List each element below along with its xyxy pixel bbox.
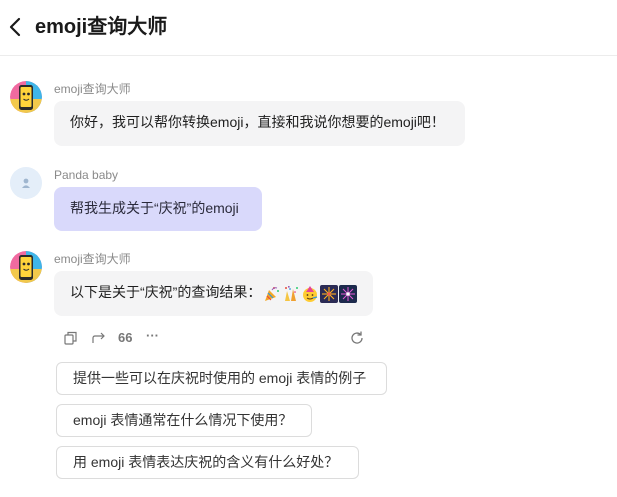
- bot-avatar: [10, 251, 42, 283]
- suggestion-chip[interactable]: 用 emoji 表情表达庆祝的含义有什么好处？: [56, 446, 359, 479]
- confetti-ball-icon: [285, 286, 299, 302]
- person-icon: [10, 167, 42, 199]
- party-popper-icon: [265, 287, 280, 302]
- chat-header: emoji查询大师: [0, 0, 617, 56]
- back-button[interactable]: [6, 14, 26, 40]
- fireworks-icon: [320, 285, 339, 304]
- message-actions-bar: 66 ···: [62, 329, 367, 347]
- message-sender: emoji查询大师: [54, 252, 131, 266]
- phone-character-avatar: [10, 81, 42, 113]
- quote-button[interactable]: 66: [118, 329, 138, 347]
- quote-icon: 66: [118, 330, 133, 345]
- share-button[interactable]: [90, 329, 108, 347]
- sparkler-icon: [339, 285, 358, 304]
- page-title: emoji查询大师: [35, 16, 168, 38]
- refresh-icon: [351, 331, 363, 344]
- copy-icon: [64, 331, 77, 345]
- chevron-left-icon: [9, 17, 21, 37]
- partying-face-icon: [303, 286, 318, 303]
- bot-message-bubble: 以下是关于“庆祝”的查询结果：: [54, 271, 373, 316]
- user-message-bubble: 帮我生成关于“庆祝”的emoji: [54, 187, 262, 231]
- message-text: 帮我生成关于“庆祝”的emoji: [70, 200, 239, 216]
- more-button[interactable]: ···: [146, 329, 166, 347]
- copy-button[interactable]: [62, 329, 80, 347]
- suggestion-chip[interactable]: emoji 表情通常在什么情况下使用？: [56, 404, 312, 437]
- bot-avatar: [10, 81, 42, 113]
- regenerate-button[interactable]: [348, 329, 366, 347]
- share-icon: [92, 332, 105, 343]
- bot-message-bubble: 你好，我可以帮你转换emoji，直接和我说你想要的emoji吧！: [54, 101, 465, 146]
- message-text: 你好，我可以帮你转换emoji，直接和我说你想要的emoji吧！: [70, 114, 445, 130]
- phone-character-avatar: [10, 251, 42, 283]
- user-avatar: [10, 167, 42, 199]
- emoji-result-list: [263, 283, 358, 304]
- suggestion-chip[interactable]: 提供一些可以在庆祝时使用的 emoji 表情的例子: [56, 362, 387, 395]
- message-text: 以下是关于“庆祝”的查询结果：: [70, 284, 262, 300]
- message-sender: emoji查询大师: [54, 82, 131, 96]
- more-icon: ···: [146, 328, 159, 343]
- message-sender: Panda baby: [54, 168, 119, 182]
